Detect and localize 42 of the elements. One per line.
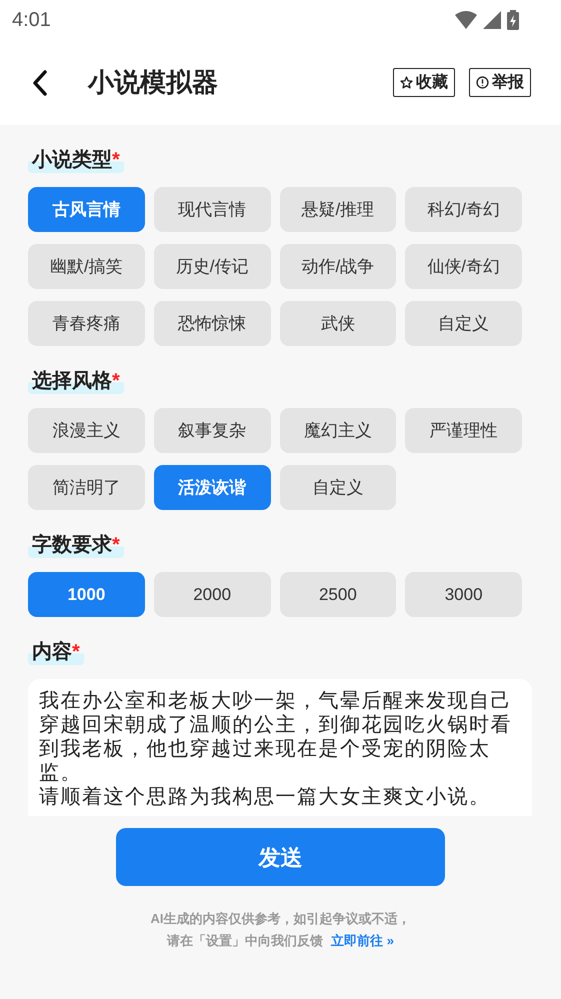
status-time: 4:01 (12, 8, 51, 33)
disclaimer-text: AI生成的内容仅供参考，如引起争议或不适， (150, 910, 410, 928)
battery-icon (507, 10, 519, 30)
option-chip[interactable]: 悬疑/推理 (280, 187, 396, 232)
section-title: 选择风格* (28, 368, 124, 394)
star-icon (400, 76, 413, 89)
option-chip[interactable]: 自定义 (405, 301, 522, 346)
option-chip[interactable]: 现代言情 (154, 187, 270, 232)
option-chip[interactable]: 魔幻主义 (280, 408, 396, 453)
header-action-button[interactable]: 举报 (469, 68, 531, 97)
option-chip[interactable]: 叙事复杂 (154, 408, 270, 453)
option-chip[interactable]: 青春疼痛 (28, 301, 145, 346)
option-chip[interactable]: 科幻/奇幻 (405, 187, 522, 232)
content-text-area[interactable]: 我在办公室和老板大吵一架，气晕后醒来发现自己穿越回宋朝成了温顺的公主，到御花园吃火锅时看到我老板，他也穿越过来现在是个受宠的阴险太监。 请顺着这个思路为我构思一篇大女主爽文小说。 (28, 679, 532, 816)
option-chip[interactable]: 恐怖惊悚 (154, 301, 270, 346)
option-chip[interactable]: 古风言情 (28, 187, 145, 232)
send-button[interactable]: 发送 (116, 828, 445, 886)
header-action-button[interactable]: 收藏 (393, 68, 455, 97)
option-chip[interactable]: 2500 (280, 572, 396, 617)
signal-icon (483, 11, 501, 29)
section-title: 小说类型* (28, 147, 124, 173)
option-chip[interactable]: 简洁明了 (28, 465, 145, 510)
option-chip[interactable]: 仙侠/奇幻 (405, 244, 522, 289)
section-title: 字数要求* (28, 532, 124, 558)
option-chip[interactable]: 活泼诙谐 (154, 465, 270, 510)
option-chip[interactable]: 3000 (405, 572, 522, 617)
go-now-link[interactable]: 立即前往 » (331, 930, 394, 952)
wifi-icon (455, 11, 477, 29)
option-chip[interactable]: 浪漫主义 (28, 408, 145, 453)
back-icon[interactable] (30, 68, 50, 96)
option-chip[interactable]: 历史/传记 (154, 244, 270, 289)
option-chip[interactable]: 1000 (28, 572, 145, 617)
option-chip[interactable]: 武侠 (280, 301, 396, 346)
option-chip[interactable]: 幽默/搞笑 (28, 244, 145, 289)
section-title: 内容* (28, 639, 84, 665)
alert-icon (476, 76, 489, 89)
option-chip[interactable]: 动作/战争 (280, 244, 396, 289)
option-chip[interactable]: 2000 (154, 572, 270, 617)
option-chip[interactable]: 自定义 (280, 465, 396, 510)
disclaimer-text: 请在「设置」中向我们反馈 (167, 932, 324, 950)
page-title: 小说模拟器 (88, 66, 218, 99)
option-chip[interactable]: 严谨理性 (405, 408, 522, 453)
